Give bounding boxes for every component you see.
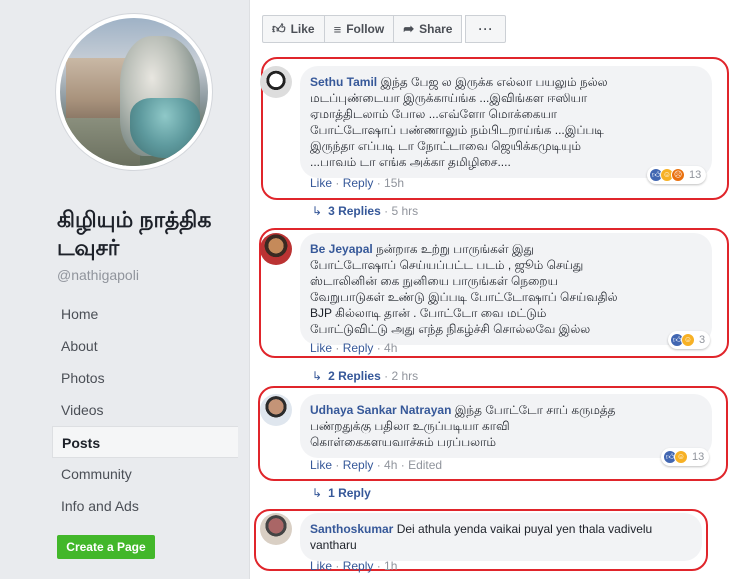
replies-time: 5 hrs [391, 204, 419, 218]
share-page-label: Share [419, 22, 453, 36]
rss-icon: ≡ [333, 21, 342, 37]
page-nav: Home About Photos Videos Posts Community… [52, 298, 238, 522]
page-username[interactable]: @nathigapoli [57, 267, 139, 283]
replies-count: 2 Replies [328, 369, 381, 383]
reply-arrow-icon: ↳ [312, 486, 323, 500]
comment-text: இருந்தா எப்படி டா நோட்டாவை ஜெயிக்கமுடியு… [310, 139, 582, 153]
comment-text: கொள்கைகளயவாச்சும் பரப்பலாம் [310, 435, 497, 449]
comment-like-link[interactable]: Like [310, 559, 332, 573]
comment-like-link[interactable]: Like [310, 176, 332, 190]
page-title: கிழியும் நாத்திக டவுசர் [57, 207, 212, 260]
profile-picture[interactable] [56, 14, 212, 170]
comment-text: ஸ்டாலினின் கை நுனியை பாருங்கள் நெறைய [310, 274, 558, 288]
comment-text: போட்டோஷாப் பண்ணாலும் நம்பிடறாய்ங்க ...இப… [310, 123, 604, 137]
nav-photos[interactable]: Photos [52, 362, 238, 394]
page-action-bar: 👍︎ Like ≡ Follow ➦ Share ··· [262, 15, 507, 43]
view-replies-link[interactable]: ↳ 3 Replies · 5 hrs [312, 204, 418, 218]
comment-meta: Like · Reply · 4h [310, 341, 398, 355]
edited-label[interactable]: Edited [408, 458, 442, 472]
replies-count: 3 Replies [328, 204, 381, 218]
follow-page-button[interactable]: ≡ Follow [323, 15, 395, 43]
reaction-summary[interactable]: 👍︎ ☺ ☹ 13 [647, 166, 707, 184]
comment-bubble: Be Jeyapal நன்றாக உற்று பாருங்கள் இது போ… [300, 233, 712, 345]
reaction-count: 13 [692, 451, 705, 463]
comment-text: நன்றாக உற்று பாருங்கள் இது [376, 242, 535, 256]
comment-reply-link[interactable]: Reply [343, 559, 374, 573]
comment-author[interactable]: Udhaya Sankar Natrayan [310, 403, 451, 417]
avatar[interactable] [260, 233, 292, 265]
nav-community[interactable]: Community [52, 458, 238, 490]
replies-time: 2 hrs [391, 369, 419, 383]
comment-text: போட்டோஷாப் செய்யப்பட்ட படம் , ஜூம் செய்த… [310, 258, 584, 272]
view-replies-link[interactable]: ↳ 2 Replies · 2 hrs [312, 369, 418, 383]
reply-arrow-icon: ↳ [312, 204, 323, 218]
comment-timestamp[interactable]: 4h [384, 458, 397, 472]
share-page-button[interactable]: ➦ Share [393, 15, 463, 43]
reaction-summary[interactable]: 👍︎ ☺ 13 [661, 448, 710, 466]
comment-author[interactable]: Santhoskumar [310, 522, 393, 536]
view-replies-link[interactable]: ↳ 1 Reply [312, 486, 371, 500]
comment-reply-link[interactable]: Reply [343, 458, 374, 472]
nav-about[interactable]: About [52, 330, 238, 362]
comment-author[interactable]: Sethu Tamil [310, 75, 377, 89]
comment-like-link[interactable]: Like [310, 341, 332, 355]
comment-text: vantharu [310, 538, 357, 552]
nav-posts[interactable]: Posts [52, 426, 238, 458]
create-page-button[interactable]: Create a Page [57, 535, 155, 559]
comment-reply-link[interactable]: Reply [343, 176, 374, 190]
comment-text: மடப்புண்டையா இருக்காய்ங்க ...இவிங்கள ஈஸி… [310, 91, 588, 105]
replies-count: 1 Reply [328, 486, 371, 500]
angry-reaction-icon: ☹ [671, 168, 685, 182]
share-arrow-icon: ➦ [403, 21, 415, 36]
reaction-count: 13 [689, 169, 702, 181]
comment-meta: Like · Reply · 1h [310, 559, 398, 573]
avatar[interactable] [260, 66, 292, 98]
like-page-label: Like [290, 22, 315, 36]
page-sidebar: கிழியும் நாத்திக டவுசர் @nathigapoli Hom… [0, 0, 249, 579]
haha-reaction-icon: ☺ [681, 333, 695, 347]
comment-meta: Like · Reply · 15h [310, 176, 405, 190]
comment-text: BJP கில்லாடி தான் . போட்டோ வை மட்டும் [310, 306, 547, 320]
comment-timestamp[interactable]: 4h [384, 341, 397, 355]
comment-text: போட்டுவிட்டு அது எந்த நிகழ்ச்சி சொல்லவே … [310, 322, 591, 336]
comment-bubble: Sethu Tamil இந்த பேஜ ல இருக்க எல்லா பயலு… [300, 66, 712, 178]
nav-info-and-ads[interactable]: Info and Ads [52, 490, 238, 522]
profile-image [60, 18, 208, 166]
reaction-summary[interactable]: 👍︎ ☺ 3 [668, 331, 711, 349]
follow-page-label: Follow [346, 22, 385, 36]
comment-bubble: Udhaya Sankar Natrayan இந்த போட்டோ சாப் … [300, 394, 712, 458]
comment-text: இந்த போட்டோ சாப் கருமத்த [454, 403, 616, 417]
nav-videos[interactable]: Videos [52, 394, 238, 426]
comment-text: இந்த பேஜ ல இருக்க எல்லா பயலும் நல்ல [380, 75, 608, 89]
more-options-button[interactable]: ··· [465, 15, 507, 43]
comment-text: பண்றதுக்கு பதிலா உருப்படியா காவி [310, 419, 510, 433]
comment-bubble: Santhoskumar Dei athula yenda vaikai puy… [300, 513, 702, 561]
comment-author[interactable]: Be Jeyapal [310, 242, 373, 256]
avatar[interactable] [260, 513, 292, 545]
haha-reaction-icon: ☺ [674, 450, 688, 464]
comment-text: ஏமாத்திடலாம் போல ...எவ்ளோ மொக்கையா [310, 107, 558, 121]
comment-reply-link[interactable]: Reply [343, 341, 374, 355]
comment-like-link[interactable]: Like [310, 458, 332, 472]
comment-timestamp[interactable]: 1h [384, 559, 397, 573]
thumbs-up-icon: 👍︎ [272, 21, 286, 36]
comment-text: வேறுபாடுகள் உண்டு இப்படி போட்டோஷாப் செய்… [310, 290, 618, 304]
comment-timestamp[interactable]: 15h [384, 176, 404, 190]
reaction-count: 3 [699, 334, 706, 346]
avatar[interactable] [260, 394, 292, 426]
reply-arrow-icon: ↳ [312, 369, 323, 383]
comment-text: Dei athula yenda vaikai puyal yen thala … [396, 522, 653, 536]
comment-meta: Like · Reply · 4h · Edited [310, 458, 443, 472]
nav-home[interactable]: Home [52, 298, 238, 330]
post-panel: 👍︎ Like ≡ Follow ➦ Share ··· Sethu Tamil… [249, 0, 752, 579]
comment-text: ...பாவம் டா எங்க அக்கா தமிழிசை.... [310, 155, 511, 169]
like-page-button[interactable]: 👍︎ Like [262, 15, 325, 43]
